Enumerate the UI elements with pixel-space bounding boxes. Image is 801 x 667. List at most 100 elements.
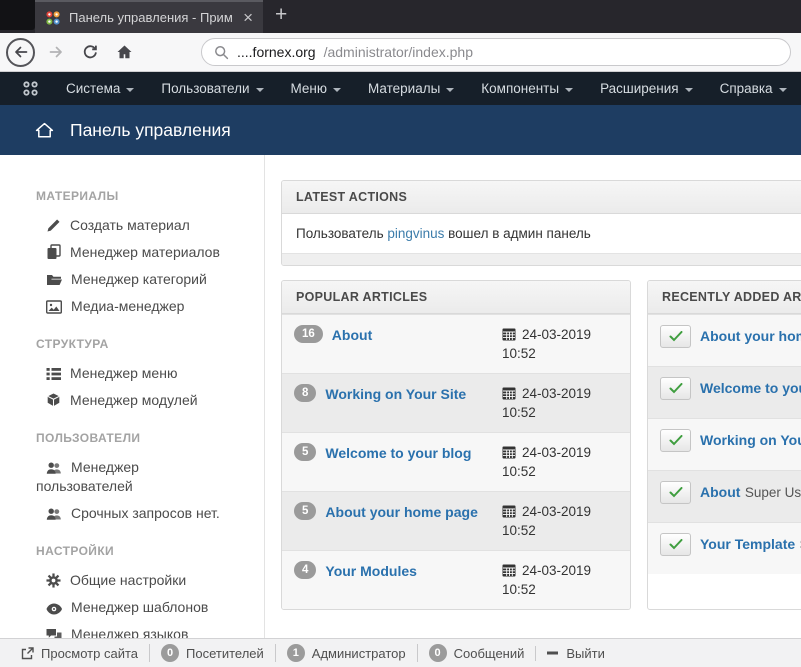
- dashboard-main: LATEST ACTIONS Пользователь pingvinus во…: [265, 155, 801, 667]
- check-icon: [669, 331, 683, 342]
- article-link[interactable]: About your home page: [700, 328, 801, 344]
- view-site-link[interactable]: Просмотр сайта: [10, 646, 149, 661]
- latest-actions-panel: LATEST ACTIONS Пользователь pingvinus во…: [281, 180, 801, 266]
- recent-articles-panel: RECENTLY ADDED ARTICLES About your home …: [647, 280, 801, 610]
- hits-badge: 4: [294, 561, 316, 579]
- dashboard-home-icon: [34, 121, 55, 140]
- publish-check-button[interactable]: [660, 429, 691, 452]
- calendar-icon: [502, 504, 516, 518]
- sidebar-item-user-manager[interactable]: Менеджер пользователей: [36, 458, 224, 496]
- chevron-down-icon: [126, 88, 134, 92]
- popular-article-row: 5 Welcome to your blog 24-03-2019 10:52: [282, 432, 630, 491]
- admins-status[interactable]: 1 Администратор: [275, 644, 417, 662]
- article-link[interactable]: About: [332, 325, 372, 345]
- popular-articles-panel: POPULAR ARTICLES 16 About 24-03-2019 10:…: [281, 280, 631, 610]
- browser-tab[interactable]: Панель управления - Прим ×: [35, 0, 263, 33]
- menu-extensions[interactable]: Расширения: [600, 81, 693, 96]
- publish-check-button[interactable]: [660, 325, 691, 348]
- article-link[interactable]: Welcome to your blog: [700, 380, 801, 396]
- sidebar-heading-content: МАТЕРИАЛЫ: [36, 189, 264, 203]
- hits-badge: 5: [294, 443, 316, 461]
- popular-article-row: 4 Your Modules 24-03-2019 10:52: [282, 550, 630, 609]
- sidebar-heading-structure: СТРУКТУРА: [36, 337, 264, 351]
- search-icon: [214, 45, 229, 60]
- reload-button[interactable]: [75, 37, 105, 67]
- tab-close-icon[interactable]: ×: [241, 9, 255, 26]
- sidebar-item-category-manager[interactable]: Менеджер категорий: [36, 270, 224, 289]
- popular-article-row: 8 Working on Your Site 24-03-2019 10:52: [282, 373, 630, 432]
- pencil-icon: [46, 218, 61, 233]
- copy-icon: [46, 244, 61, 260]
- hits-badge: 5: [294, 502, 316, 520]
- article-link[interactable]: Your Modules: [325, 561, 417, 581]
- browser-window: Панель управления - Прим × + ....fornex.…: [0, 0, 801, 667]
- chevron-down-icon: [256, 88, 264, 92]
- popular-articles-title: POPULAR ARTICLES: [282, 281, 630, 314]
- panel-row-empty: [282, 253, 801, 265]
- folder-icon: [46, 273, 62, 287]
- joomla-logo-icon: [22, 80, 39, 97]
- article-link[interactable]: Working on Your Site: [325, 384, 466, 404]
- menu-content[interactable]: Материалы: [368, 81, 454, 96]
- sidebar-heading-users: ПОЛЬЗОВАТЕЛИ: [36, 431, 264, 445]
- sidebar-item-article-manager[interactable]: Менеджер материалов: [36, 243, 224, 262]
- recent-article-row: Welcome to your blog Super User: [648, 366, 801, 418]
- user-link[interactable]: pingvinus: [387, 226, 444, 241]
- logout-link[interactable]: Выйти: [535, 646, 616, 661]
- menu-system[interactable]: Система: [66, 81, 134, 96]
- publish-check-button[interactable]: [660, 533, 691, 556]
- list-icon: [46, 367, 61, 381]
- menu-components[interactable]: Компоненты: [481, 81, 573, 96]
- browser-tab-bar: Панель управления - Прим × +: [0, 0, 801, 33]
- home-button[interactable]: [109, 37, 139, 67]
- sidebar-item-menu-manager[interactable]: Менеджер меню: [36, 364, 224, 383]
- recent-article-row: Working on Your Site Super User: [648, 418, 801, 470]
- chevron-down-icon: [779, 88, 787, 92]
- publish-check-button[interactable]: [660, 377, 691, 400]
- sidebar-item-privacy-requests[interactable]: Срочных запросов нет.: [36, 504, 224, 523]
- url-bar[interactable]: ....fornex.org/administrator/index.php: [201, 38, 791, 66]
- sidebar-item-new-article[interactable]: Создать материал: [36, 216, 224, 235]
- chevron-down-icon: [333, 88, 341, 92]
- browser-toolbar: ....fornex.org/administrator/index.php: [0, 33, 801, 72]
- hits-badge: 16: [294, 325, 323, 343]
- admins-count-badge: 1: [287, 644, 305, 662]
- chevron-down-icon: [565, 88, 573, 92]
- messages-status[interactable]: 0 Сообщений: [417, 644, 536, 662]
- menu-menus[interactable]: Меню: [291, 81, 342, 96]
- back-arrow-icon: [13, 44, 29, 60]
- hits-badge: 8: [294, 384, 316, 402]
- eye-icon: [46, 603, 62, 615]
- messages-count-badge: 0: [429, 644, 447, 662]
- publish-check-button[interactable]: [660, 481, 691, 504]
- sidebar-item-module-manager[interactable]: Менеджер модулей: [36, 391, 224, 410]
- recent-article-row: About Super User: [648, 470, 801, 522]
- gear-icon: [46, 573, 61, 588]
- recent-article-row: About your home page Super User: [648, 314, 801, 366]
- article-link[interactable]: About: [700, 484, 740, 500]
- article-link[interactable]: Your Template: [700, 536, 795, 552]
- back-button[interactable]: [6, 38, 35, 67]
- users-icon: [46, 507, 62, 521]
- sidebar-item-media-manager[interactable]: Медиа-менеджер: [36, 297, 224, 316]
- forward-arrow-icon: [48, 44, 64, 60]
- admin-sidebar: МАТЕРИАЛЫ Создать материал Менеджер мате…: [0, 155, 265, 667]
- article-link[interactable]: Welcome to your blog: [325, 443, 471, 463]
- admin-status-bar: Просмотр сайта 0 Посетителей 1 Администр…: [0, 638, 801, 667]
- tab-title: Панель управления - Прим: [69, 10, 233, 25]
- article-link[interactable]: About your home page: [325, 502, 477, 522]
- sidebar-item-template-manager[interactable]: Менеджер шаблонов: [36, 598, 224, 617]
- latest-actions-title: LATEST ACTIONS: [282, 181, 801, 214]
- window-corner: [0, 0, 35, 30]
- minus-icon: [547, 651, 559, 655]
- new-tab-button[interactable]: +: [263, 0, 299, 33]
- menu-help[interactable]: Справка: [720, 81, 787, 96]
- visitors-count-badge: 0: [161, 644, 179, 662]
- forward-button[interactable]: [41, 37, 71, 67]
- admin-menubar: Система Пользователи Меню Материалы Комп…: [0, 72, 801, 105]
- visitors-status[interactable]: 0 Посетителей: [149, 644, 275, 662]
- image-icon: [46, 300, 62, 314]
- sidebar-item-global-configuration[interactable]: Общие настройки: [36, 571, 224, 590]
- article-link[interactable]: Working on Your Site: [700, 432, 801, 448]
- menu-users[interactable]: Пользователи: [161, 81, 263, 96]
